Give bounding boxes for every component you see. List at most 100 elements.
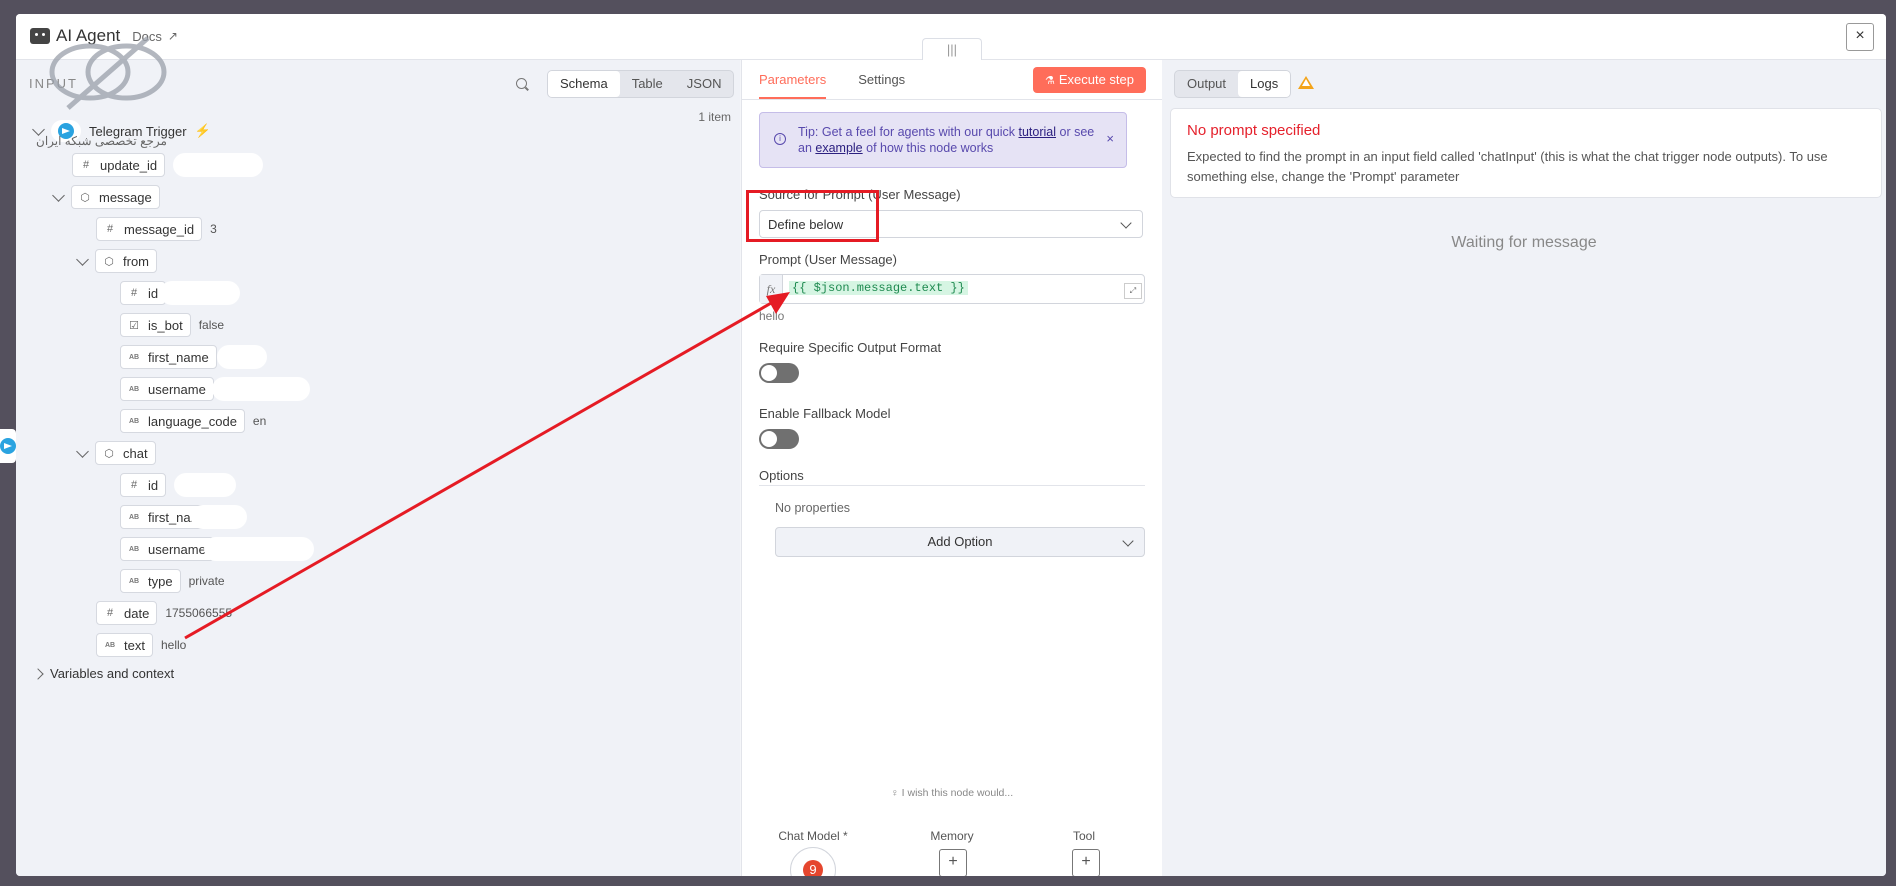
field-key: message bbox=[99, 189, 152, 205]
field-key: type bbox=[148, 573, 173, 589]
tip-callout: i Tip: Get a feel for agents with our qu… bbox=[759, 112, 1127, 168]
bolt-icon: ⚡ bbox=[194, 123, 211, 138]
view-table[interactable]: Table bbox=[620, 71, 675, 97]
field-key: username bbox=[148, 541, 206, 557]
add-option-button[interactable]: Add Option bbox=[775, 527, 1145, 557]
redacted-value bbox=[203, 537, 314, 561]
options-label: Options bbox=[759, 468, 804, 483]
redacted-value bbox=[160, 281, 241, 305]
flask-icon: ⚗ bbox=[1044, 75, 1055, 87]
field-chat-id[interactable]: # id bbox=[120, 473, 237, 497]
tutorial-link[interactable]: tutorial bbox=[1018, 125, 1056, 139]
object-icon: ⬡ bbox=[104, 255, 114, 268]
execute-step-button[interactable]: ⚗ Execute step bbox=[1032, 67, 1146, 93]
feedback-link[interactable]: ♀ I wish this node would... bbox=[742, 787, 1162, 799]
field-value: 1755066555 bbox=[165, 606, 233, 620]
watermark-logo-icon bbox=[49, 36, 167, 110]
search-icon[interactable] bbox=[516, 78, 527, 89]
field-chat-username[interactable]: AB username bbox=[120, 537, 314, 561]
field-value: private bbox=[188, 574, 225, 588]
fallback-toggle[interactable] bbox=[759, 429, 799, 449]
tab-settings[interactable]: Settings bbox=[858, 72, 905, 99]
fx-icon: fx bbox=[760, 275, 783, 303]
slot-chat-model-label: Chat Model * bbox=[778, 829, 848, 843]
lightbulb-icon: ♀ bbox=[890, 787, 902, 799]
field-date[interactable]: # date 1755066555 bbox=[96, 601, 232, 625]
tab-parameters[interactable]: Parameters bbox=[759, 72, 827, 99]
chevron-down-icon bbox=[1122, 535, 1134, 547]
string-icon: AB bbox=[128, 385, 140, 393]
field-chat[interactable]: ⬡ chat bbox=[76, 441, 156, 465]
expand-icon[interactable]: ⤢ bbox=[1124, 283, 1142, 299]
slot-tool-label: Tool bbox=[1072, 829, 1095, 843]
tabs-divider bbox=[742, 99, 1162, 100]
field-chat-first-name[interactable]: AB first_name bbox=[120, 505, 247, 529]
field-language-code[interactable]: AB language_code en bbox=[120, 409, 266, 433]
field-is-bot[interactable]: ☑ is_bot false bbox=[120, 313, 224, 337]
field-from[interactable]: ⬡ from bbox=[76, 249, 157, 273]
tip-part: of how this node works bbox=[862, 141, 994, 155]
warning-icon bbox=[1298, 76, 1314, 89]
prompt-expression-input[interactable]: fx {{ $json.message.text }} ⤢ bbox=[759, 274, 1145, 304]
chevron-right-icon[interactable] bbox=[32, 667, 44, 680]
field-from-id[interactable]: # id bbox=[120, 281, 241, 305]
input-panel: INPUT Schema Table JSON 1 item Telegram … bbox=[16, 60, 740, 876]
feedback-label: I wish this node would... bbox=[901, 787, 1014, 799]
hash-icon: # bbox=[130, 287, 138, 299]
field-key: username bbox=[148, 381, 206, 397]
close-tip-icon[interactable]: × bbox=[1106, 131, 1114, 147]
field-text[interactable]: AB text hello bbox=[96, 633, 186, 657]
field-key: id bbox=[148, 477, 159, 493]
chevron-down-icon[interactable] bbox=[52, 188, 65, 202]
waiting-message: Waiting for message bbox=[1451, 234, 1597, 251]
object-icon: ⬡ bbox=[80, 191, 90, 204]
prompt-preview: hello bbox=[759, 309, 785, 323]
hash-icon: # bbox=[82, 159, 90, 171]
output-tabs: Output Logs bbox=[1174, 70, 1292, 98]
field-type[interactable]: AB type private bbox=[120, 569, 225, 593]
redacted-value bbox=[211, 377, 310, 401]
field-value: hello bbox=[160, 638, 187, 652]
string-icon: AB bbox=[128, 417, 140, 425]
checkbox-icon: ☑ bbox=[129, 319, 139, 332]
tab-logs[interactable]: Logs bbox=[1238, 71, 1291, 97]
view-json[interactable]: JSON bbox=[675, 71, 734, 97]
variables-context[interactable]: Variables and context bbox=[32, 666, 174, 681]
tip-text: Tip: Get a feel for agents with our quic… bbox=[798, 124, 1098, 156]
tip-part: Tip: Get a feel for agents with our quic… bbox=[798, 125, 1019, 139]
view-switcher: Schema Table JSON bbox=[547, 70, 735, 98]
watermark-text: مرجع تخصصی شبکه ایران bbox=[36, 134, 167, 148]
redacted-value bbox=[174, 473, 237, 497]
execute-label: Execute step bbox=[1058, 72, 1134, 87]
field-key: from bbox=[123, 253, 149, 269]
add-tool-button[interactable]: + bbox=[1072, 849, 1100, 876]
tab-output[interactable]: Output bbox=[1175, 71, 1238, 97]
field-username[interactable]: AB username bbox=[120, 377, 310, 401]
field-key: message_id bbox=[124, 221, 195, 237]
view-schema[interactable]: Schema bbox=[548, 71, 620, 97]
field-value: 3 bbox=[210, 222, 217, 236]
string-icon: AB bbox=[128, 513, 140, 521]
chevron-down-icon[interactable] bbox=[76, 252, 89, 266]
field-key: id bbox=[148, 285, 159, 301]
options-divider bbox=[759, 485, 1145, 486]
field-key: language_code bbox=[148, 413, 237, 429]
object-icon: ⬡ bbox=[104, 447, 114, 460]
field-key: update_id bbox=[100, 157, 158, 173]
field-update-id[interactable]: # update_id bbox=[72, 153, 264, 177]
hash-icon: # bbox=[106, 223, 114, 235]
field-first-name[interactable]: AB first_name bbox=[120, 345, 267, 369]
field-message[interactable]: ⬡ message bbox=[52, 185, 160, 209]
input-node-tab[interactable] bbox=[0, 429, 16, 463]
chevron-down-icon[interactable] bbox=[76, 444, 89, 458]
close-button[interactable]: × bbox=[1846, 23, 1874, 51]
error-message: Expected to find the prompt in an input … bbox=[1187, 149, 1828, 184]
output-format-toggle[interactable] bbox=[759, 363, 799, 383]
chat-model-node-icon[interactable] bbox=[790, 847, 836, 876]
field-value: en bbox=[252, 414, 267, 428]
info-icon: i bbox=[774, 133, 786, 145]
chevron-down-icon bbox=[1120, 217, 1132, 229]
example-link[interactable]: example bbox=[815, 141, 862, 155]
field-message-id[interactable]: # message_id 3 bbox=[96, 217, 217, 241]
add-memory-button[interactable]: + bbox=[939, 849, 967, 876]
